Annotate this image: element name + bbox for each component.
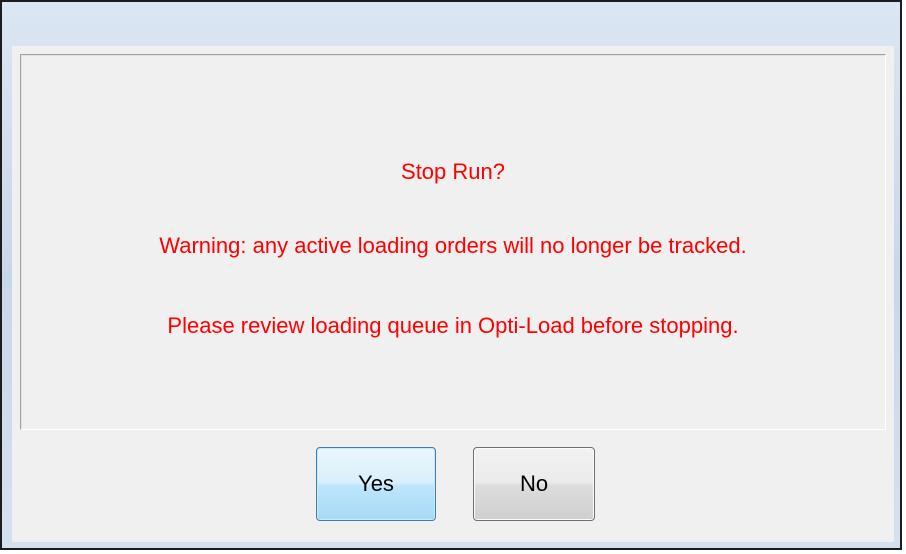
message-panel: Stop Run? Warning: any active loading or…	[20, 54, 886, 430]
message-warning: Warning: any active loading orders will …	[159, 233, 747, 258]
message-title: Stop Run?	[401, 159, 505, 184]
yes-button[interactable]: Yes	[316, 447, 436, 521]
message-instruction: Please review loading queue in Opti-Load…	[167, 313, 739, 338]
no-button[interactable]: No	[473, 447, 595, 521]
